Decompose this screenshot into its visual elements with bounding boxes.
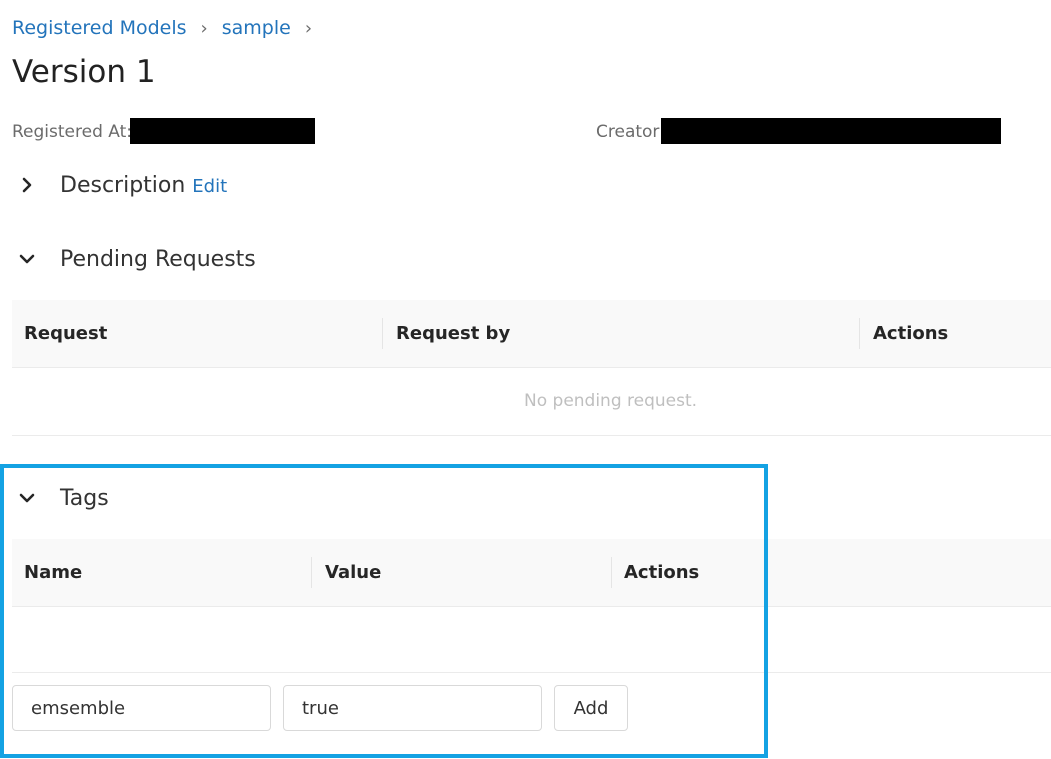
column-header-actions: Actions — [624, 562, 700, 583]
tags-section-header[interactable]: Tags — [14, 481, 109, 515]
breadcrumb-registered-models-link[interactable]: Registered Models — [12, 17, 187, 39]
chevron-right-icon[interactable] — [14, 172, 40, 198]
creator-label: Creator: — [596, 122, 665, 142]
add-tag-button[interactable]: Add — [554, 685, 628, 731]
breadcrumb-sample-link[interactable]: sample — [222, 17, 291, 39]
creator-value-redacted — [661, 118, 1001, 144]
pending-requests-table-header: Request Request by Actions — [12, 300, 1051, 368]
tags-title: Tags — [60, 485, 109, 511]
chevron-right-icon: › — [304, 17, 313, 39]
chevron-down-icon[interactable] — [14, 246, 40, 272]
registered-at-label: Registered At: — [12, 122, 132, 142]
column-header-value: Value — [325, 562, 382, 583]
breadcrumb: Registered Models › sample › — [12, 14, 326, 42]
column-header-actions: Actions — [873, 323, 949, 344]
tags-table-header: Name Value Actions — [12, 539, 1051, 607]
column-header-request-by: Request by — [396, 323, 511, 344]
column-divider — [382, 318, 383, 349]
tag-name-input[interactable] — [12, 685, 271, 731]
chevron-down-icon[interactable] — [14, 485, 40, 511]
tags-empty-row — [12, 607, 1051, 673]
chevron-right-icon: › — [200, 17, 208, 39]
description-section-header[interactable]: Description Edit — [14, 168, 227, 202]
tag-value-input[interactable] — [283, 685, 542, 731]
column-divider — [611, 557, 612, 588]
registered-at-value-redacted — [130, 118, 315, 144]
column-divider — [859, 318, 860, 349]
model-version-page: Registered Models › sample › Version 1 R… — [0, 0, 1051, 759]
description-edit-link[interactable]: Edit — [192, 176, 227, 197]
pending-requests-title: Pending Requests — [60, 246, 256, 272]
description-title: Description — [60, 172, 186, 198]
pending-requests-empty-text: No pending request. — [524, 391, 698, 411]
page-title: Version 1 — [12, 54, 156, 90]
column-divider — [311, 557, 312, 588]
column-header-request: Request — [24, 323, 108, 344]
column-header-name: Name — [24, 562, 83, 583]
pending-requests-empty-row: No pending request. — [12, 368, 1051, 436]
pending-requests-section-header[interactable]: Pending Requests — [14, 242, 256, 276]
